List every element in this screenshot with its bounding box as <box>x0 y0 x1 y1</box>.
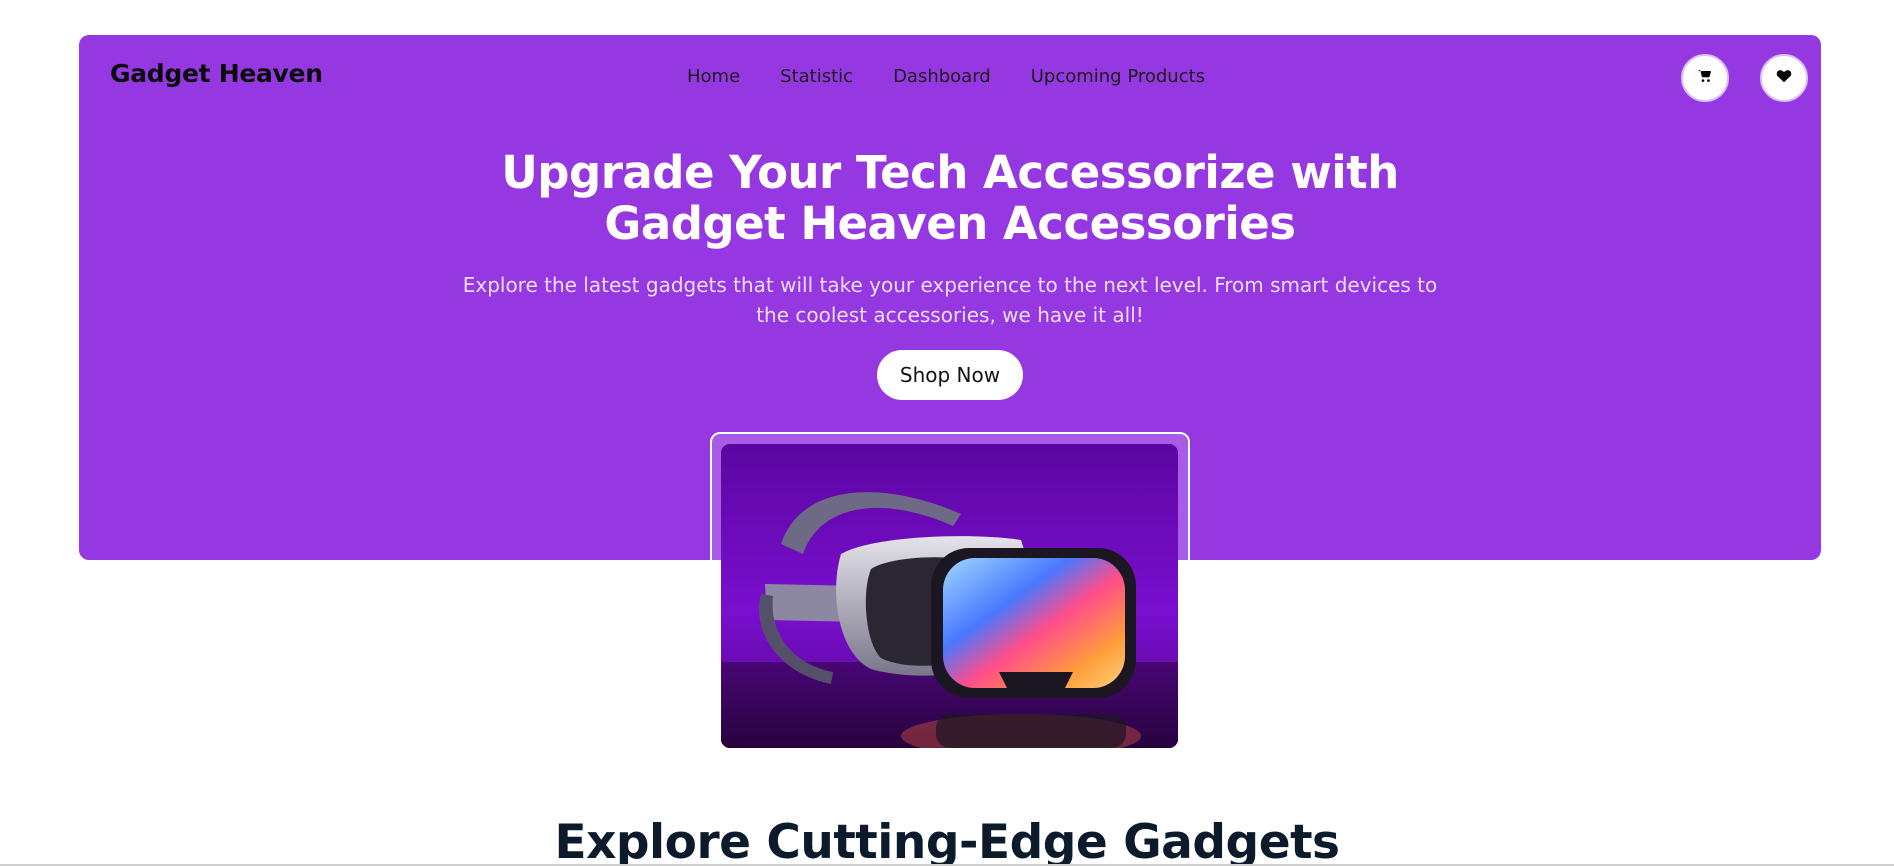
brand-logo[interactable]: Gadget Heaven <box>110 61 323 86</box>
hero-title-line-2: Gadget Heaven Accessories <box>604 197 1296 250</box>
hero-description-line-2: the coolest accessories, we have it all! <box>756 303 1144 327</box>
nav-statistic[interactable]: Statistic <box>780 66 853 88</box>
nav-upcoming-products[interactable]: Upcoming Products <box>1031 66 1205 88</box>
cart-button[interactable] <box>1681 54 1729 102</box>
hero-description-line-1: Explore the latest gadgets that will tak… <box>462 273 1438 297</box>
shop-now-button[interactable]: Shop Now <box>877 350 1023 400</box>
wishlist-button[interactable] <box>1760 54 1808 102</box>
hero-title-line-1: Upgrade Your Tech Accessorize with <box>501 146 1399 199</box>
nav-dashboard[interactable]: Dashboard <box>893 66 991 88</box>
hero-title: Upgrade Your Tech Accessorize with Gadge… <box>79 147 1821 249</box>
page: Gadget Heaven Home Statistic Dashboard U… <box>0 0 1894 866</box>
cart-icon <box>1697 68 1713 88</box>
main-nav: Home Statistic Dashboard Upcoming Produc… <box>687 66 1205 88</box>
section-title: Explore Cutting-Edge Gadgets <box>554 815 1340 866</box>
nav-home[interactable]: Home <box>687 66 740 88</box>
heart-icon <box>1776 68 1792 88</box>
vr-headset-image <box>721 444 1178 748</box>
hero-description: Explore the latest gadgets that will tak… <box>459 270 1441 330</box>
